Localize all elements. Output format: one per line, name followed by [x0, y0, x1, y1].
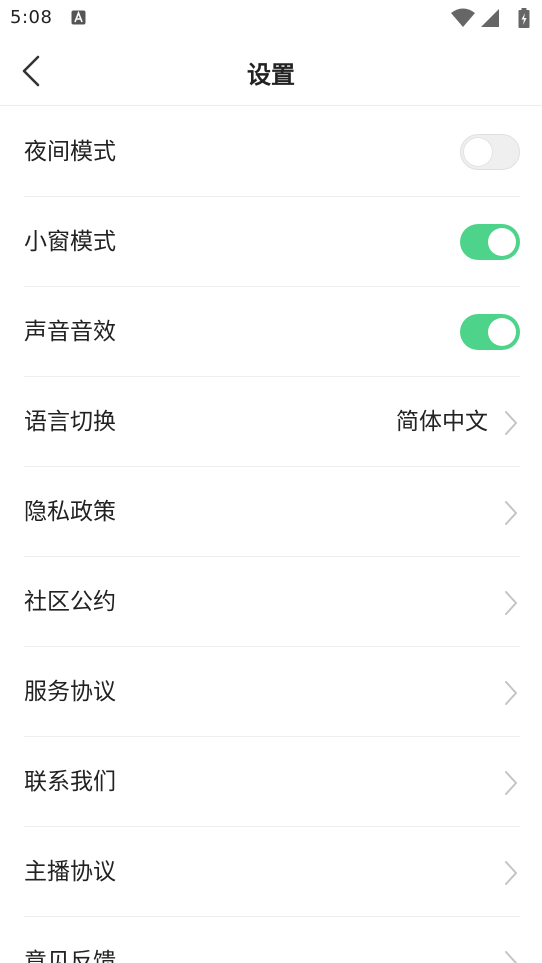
setting-label: 声音音效 [24, 319, 116, 345]
setting-privacy-policy[interactable]: 隐私政策 [0, 467, 542, 557]
night-mode-toggle[interactable] [460, 134, 520, 170]
language-value: 简体中文 [396, 409, 488, 435]
setting-mini-window: 小窗模式 [0, 197, 542, 287]
chevron-right-icon [505, 681, 517, 705]
wifi-icon [451, 8, 475, 27]
battery-charging-icon [518, 8, 530, 28]
setting-service-agreement[interactable]: 服务协议 [0, 647, 542, 737]
status-time: 5:08 [10, 7, 53, 28]
setting-sound-effects: 声音音效 [0, 287, 542, 377]
chevron-right-icon [505, 771, 517, 795]
setting-label: 夜间模式 [24, 139, 116, 165]
chevron-right-icon [505, 411, 517, 435]
setting-language[interactable]: 语言切换 简体中文 [0, 377, 542, 467]
setting-contact-us[interactable]: 联系我们 [0, 737, 542, 827]
notification-a-icon [71, 10, 86, 25]
sound-effects-toggle[interactable] [460, 314, 520, 350]
chevron-right-icon [505, 591, 517, 615]
setting-label: 语言切换 [24, 409, 116, 435]
toggle-knob [488, 228, 516, 256]
mini-window-toggle[interactable] [460, 224, 520, 260]
setting-community-guidelines[interactable]: 社区公约 [0, 557, 542, 647]
setting-label: 主播协议 [24, 859, 116, 885]
setting-label: 服务协议 [24, 679, 116, 705]
setting-label: 小窗模式 [24, 229, 116, 255]
settings-screen: 5:08 设置 夜间模式 小窗模式 声音音效 语言切换 简体中文 隐私政策 社区… [0, 0, 542, 963]
status-bar: 5:08 [0, 0, 542, 38]
setting-night-mode: 夜间模式 [0, 107, 542, 197]
signal-icon [481, 9, 499, 27]
chevron-right-icon [505, 861, 517, 885]
setting-label: 意见反馈 [24, 949, 116, 963]
chevron-right-icon [505, 501, 517, 525]
setting-label: 隐私政策 [24, 499, 116, 525]
toggle-knob [464, 138, 492, 166]
nav-bar: 设置 [0, 38, 542, 106]
setting-feedback[interactable]: 意见反馈 [0, 917, 542, 963]
setting-streamer-agreement[interactable]: 主播协议 [0, 827, 542, 917]
setting-label: 社区公约 [24, 589, 116, 615]
setting-label: 联系我们 [24, 769, 116, 795]
chevron-right-icon [505, 951, 517, 963]
settings-list: 夜间模式 小窗模式 声音音效 语言切换 简体中文 隐私政策 社区公约 服务协议 … [0, 107, 542, 963]
page-title: 设置 [247, 61, 295, 89]
toggle-knob [488, 318, 516, 346]
